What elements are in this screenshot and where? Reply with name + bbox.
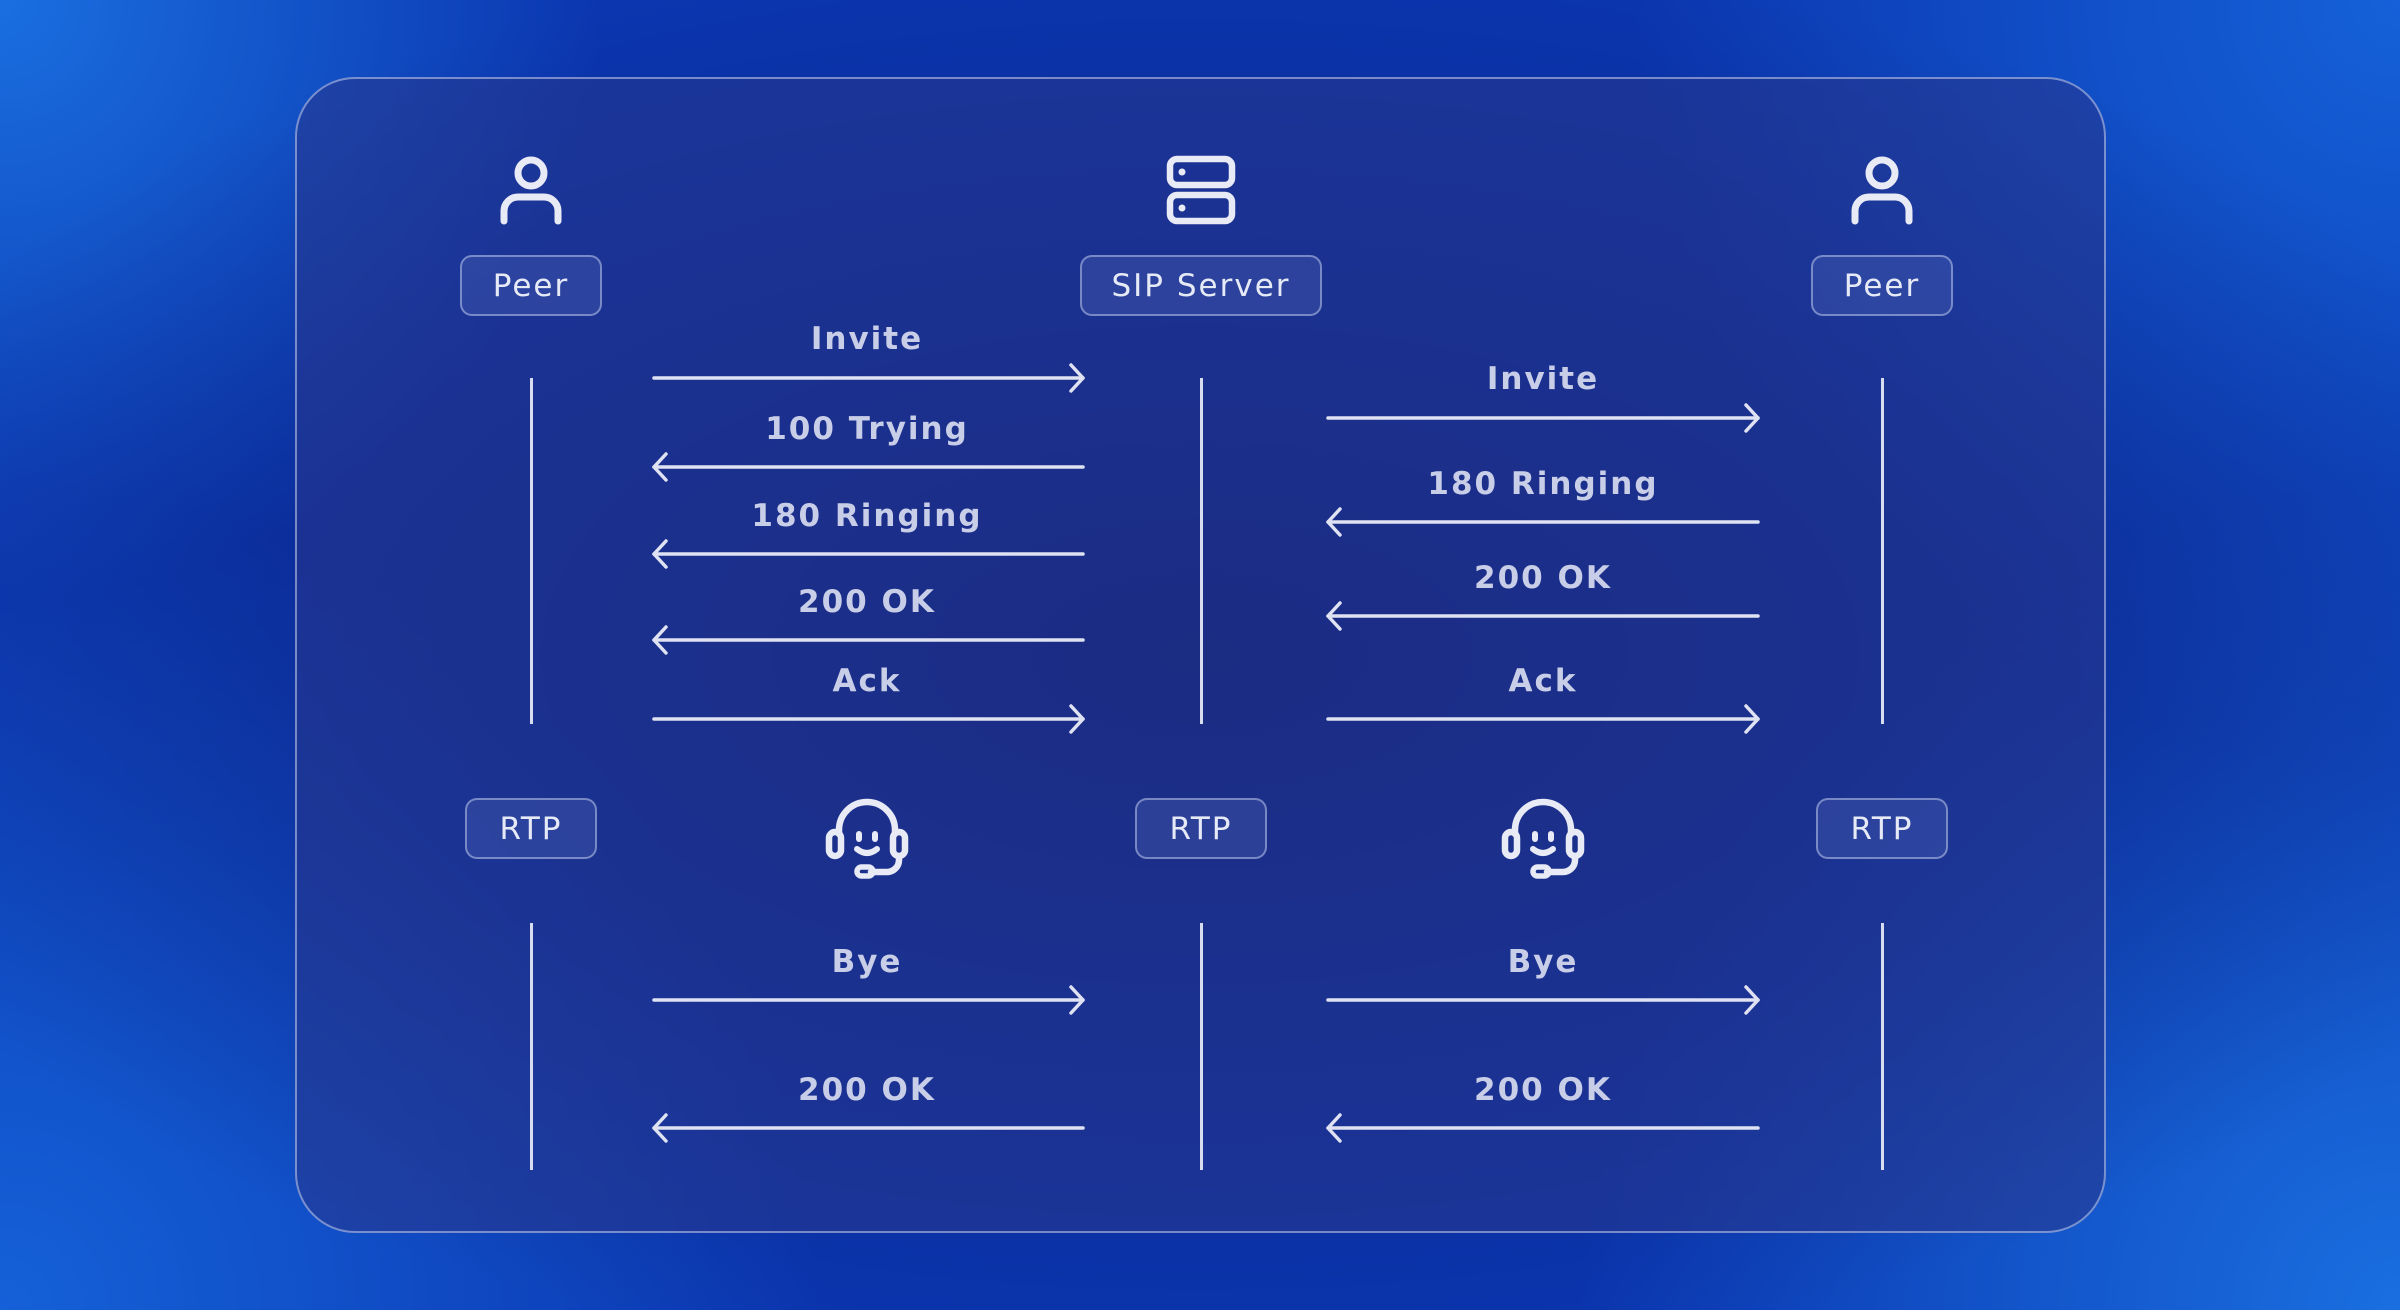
message-label: 200 OK xyxy=(798,1072,936,1108)
rtp-label-sip-server: RTP xyxy=(1135,798,1267,859)
message-label: 100 Trying xyxy=(765,411,969,447)
lifeline-sip-server xyxy=(1200,378,1203,724)
message-label: Bye xyxy=(1507,944,1579,980)
message-label: Bye xyxy=(831,944,903,980)
message-label: 200 OK xyxy=(1474,560,1612,596)
lifeline-peer-left-lower xyxy=(530,923,533,1170)
headset-agent-icon xyxy=(825,796,909,880)
message-label: Invite xyxy=(810,321,924,357)
message-label: 200 OK xyxy=(1474,1072,1612,1108)
server-icon xyxy=(1166,155,1236,225)
message-label: 200 OK xyxy=(798,584,936,620)
lifeline-sip-server-lower xyxy=(1200,923,1203,1170)
message-label: 180 Ringing xyxy=(1427,466,1659,502)
message-label: 180 Ringing xyxy=(751,498,983,534)
participant-sip-server: SIP Server xyxy=(1080,255,1322,316)
user-icon xyxy=(498,155,564,225)
message-label: Ack xyxy=(832,663,902,699)
message-label: Invite xyxy=(1486,361,1600,397)
lifeline-peer-left xyxy=(530,378,533,724)
lifeline-peer-right-lower xyxy=(1881,923,1884,1170)
participant-peer-left: Peer xyxy=(460,255,602,316)
user-icon xyxy=(1849,155,1915,225)
lifeline-peer-right xyxy=(1881,378,1884,724)
message-label: Ack xyxy=(1508,663,1578,699)
rtp-label-peer-left: RTP xyxy=(465,798,597,859)
headset-agent-icon xyxy=(1501,796,1585,880)
participant-peer-right: Peer xyxy=(1811,255,1953,316)
rtp-label-peer-right: RTP xyxy=(1816,798,1948,859)
